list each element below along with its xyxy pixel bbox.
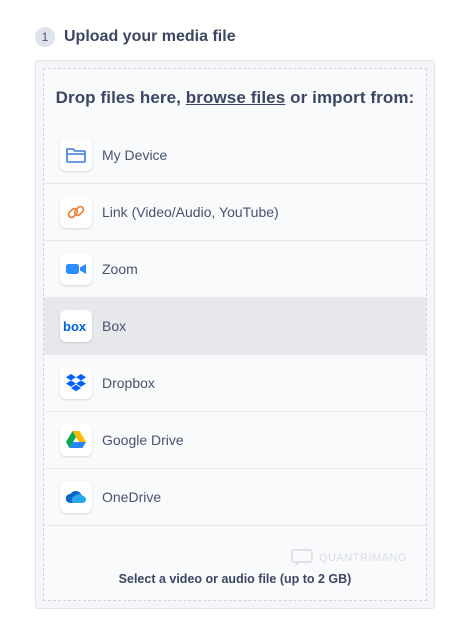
folder-icon: [60, 139, 92, 171]
zoom-icon: [60, 253, 92, 285]
upload-size-note: Select a video or audio file (up to 2 GB…: [118, 572, 352, 586]
drop-suffix: or import from:: [290, 88, 415, 107]
drop-zone[interactable]: Drop files here, browse files or import …: [43, 68, 427, 601]
source-link[interactable]: Link (Video/Audio, YouTube): [44, 184, 426, 241]
watermark: QUANTRIMANG: [291, 549, 407, 567]
upload-panel: Drop files here, browse files or import …: [35, 60, 435, 609]
source-google-drive[interactable]: Google Drive: [44, 412, 426, 469]
source-dropbox[interactable]: Dropbox: [44, 355, 426, 412]
link-icon: [60, 196, 92, 228]
source-label: OneDrive: [102, 489, 162, 505]
step-title: Upload your media file: [64, 28, 236, 45]
source-label: Google Drive: [102, 432, 184, 448]
source-label: Dropbox: [102, 375, 155, 391]
source-my-device[interactable]: My Device: [44, 127, 426, 184]
box-icon: box: [60, 310, 92, 342]
drop-instructions: Drop files here, browse files or import …: [44, 88, 426, 108]
browse-files-link[interactable]: browse files: [186, 88, 285, 107]
source-label: Box: [102, 318, 127, 334]
source-label: Link (Video/Audio, YouTube): [102, 204, 279, 220]
drop-prefix: Drop files here,: [55, 88, 181, 107]
source-onedrive[interactable]: OneDrive: [44, 469, 426, 526]
watermark-logo-icon: [291, 549, 313, 566]
import-source-list: My Device Link (Video/Audio, YouTube) Zo…: [44, 127, 426, 526]
source-label: Zoom: [102, 261, 138, 277]
dropbox-icon: [60, 367, 92, 399]
watermark-text: QUANTRIMANG: [319, 552, 407, 564]
step-number-badge: 1: [35, 27, 55, 47]
svg-text:box: box: [63, 319, 87, 333]
source-box[interactable]: box Box: [44, 298, 426, 355]
onedrive-icon: [60, 481, 92, 513]
source-zoom[interactable]: Zoom: [44, 241, 426, 298]
source-label: My Device: [102, 147, 168, 163]
google-drive-icon: [60, 424, 92, 456]
step-header: 1 Upload your media file: [35, 27, 236, 47]
